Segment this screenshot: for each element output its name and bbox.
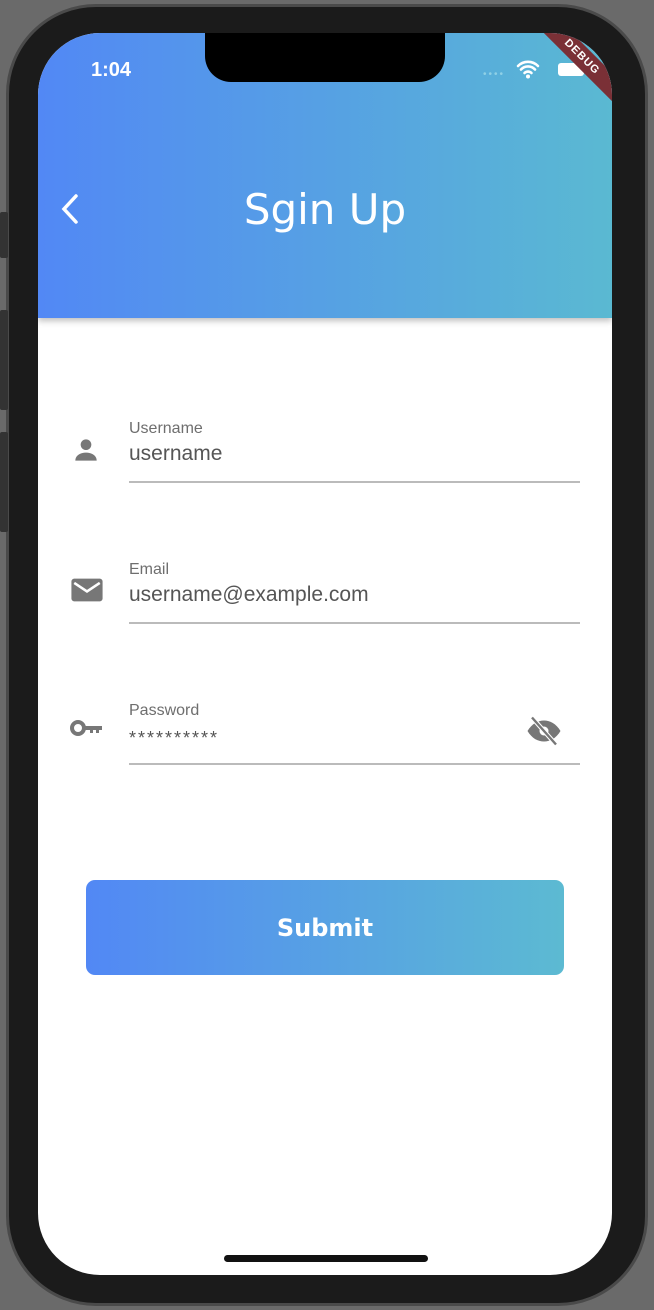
screen: 1:04 •••• DEBUG Sgin Up Username usernam…	[38, 33, 612, 1275]
username-label: Username	[129, 420, 203, 437]
password-field[interactable]: Password **********	[38, 702, 612, 792]
notch	[205, 33, 445, 82]
email-label: Email	[129, 561, 170, 578]
volume-down-button	[0, 432, 8, 532]
password-underline	[129, 763, 580, 765]
email-field[interactable]: Email username@example.com	[38, 561, 612, 651]
signal-icon: ••••	[483, 69, 506, 80]
home-indicator[interactable]	[224, 1255, 428, 1262]
page-title: Sgin Up	[243, 185, 407, 234]
person-icon	[75, 439, 97, 461]
submit-button[interactable]: Submit	[86, 880, 564, 975]
wifi-icon	[516, 60, 540, 79]
password-label: Password	[129, 702, 200, 719]
visibility-off-icon[interactable]	[526, 716, 562, 746]
username-underline	[129, 481, 580, 483]
username-field[interactable]: Username username	[38, 420, 612, 510]
status-time: 1:04	[91, 59, 132, 81]
app-bar: 1:04 •••• DEBUG Sgin Up	[38, 33, 612, 318]
mail-icon	[71, 578, 103, 602]
password-input[interactable]: **********	[129, 728, 219, 749]
volume-up-button	[0, 310, 8, 410]
email-input[interactable]: username@example.com	[129, 583, 369, 607]
email-underline	[129, 622, 580, 624]
key-icon	[70, 720, 102, 736]
mute-switch	[0, 212, 8, 258]
username-input[interactable]: username	[129, 442, 222, 466]
